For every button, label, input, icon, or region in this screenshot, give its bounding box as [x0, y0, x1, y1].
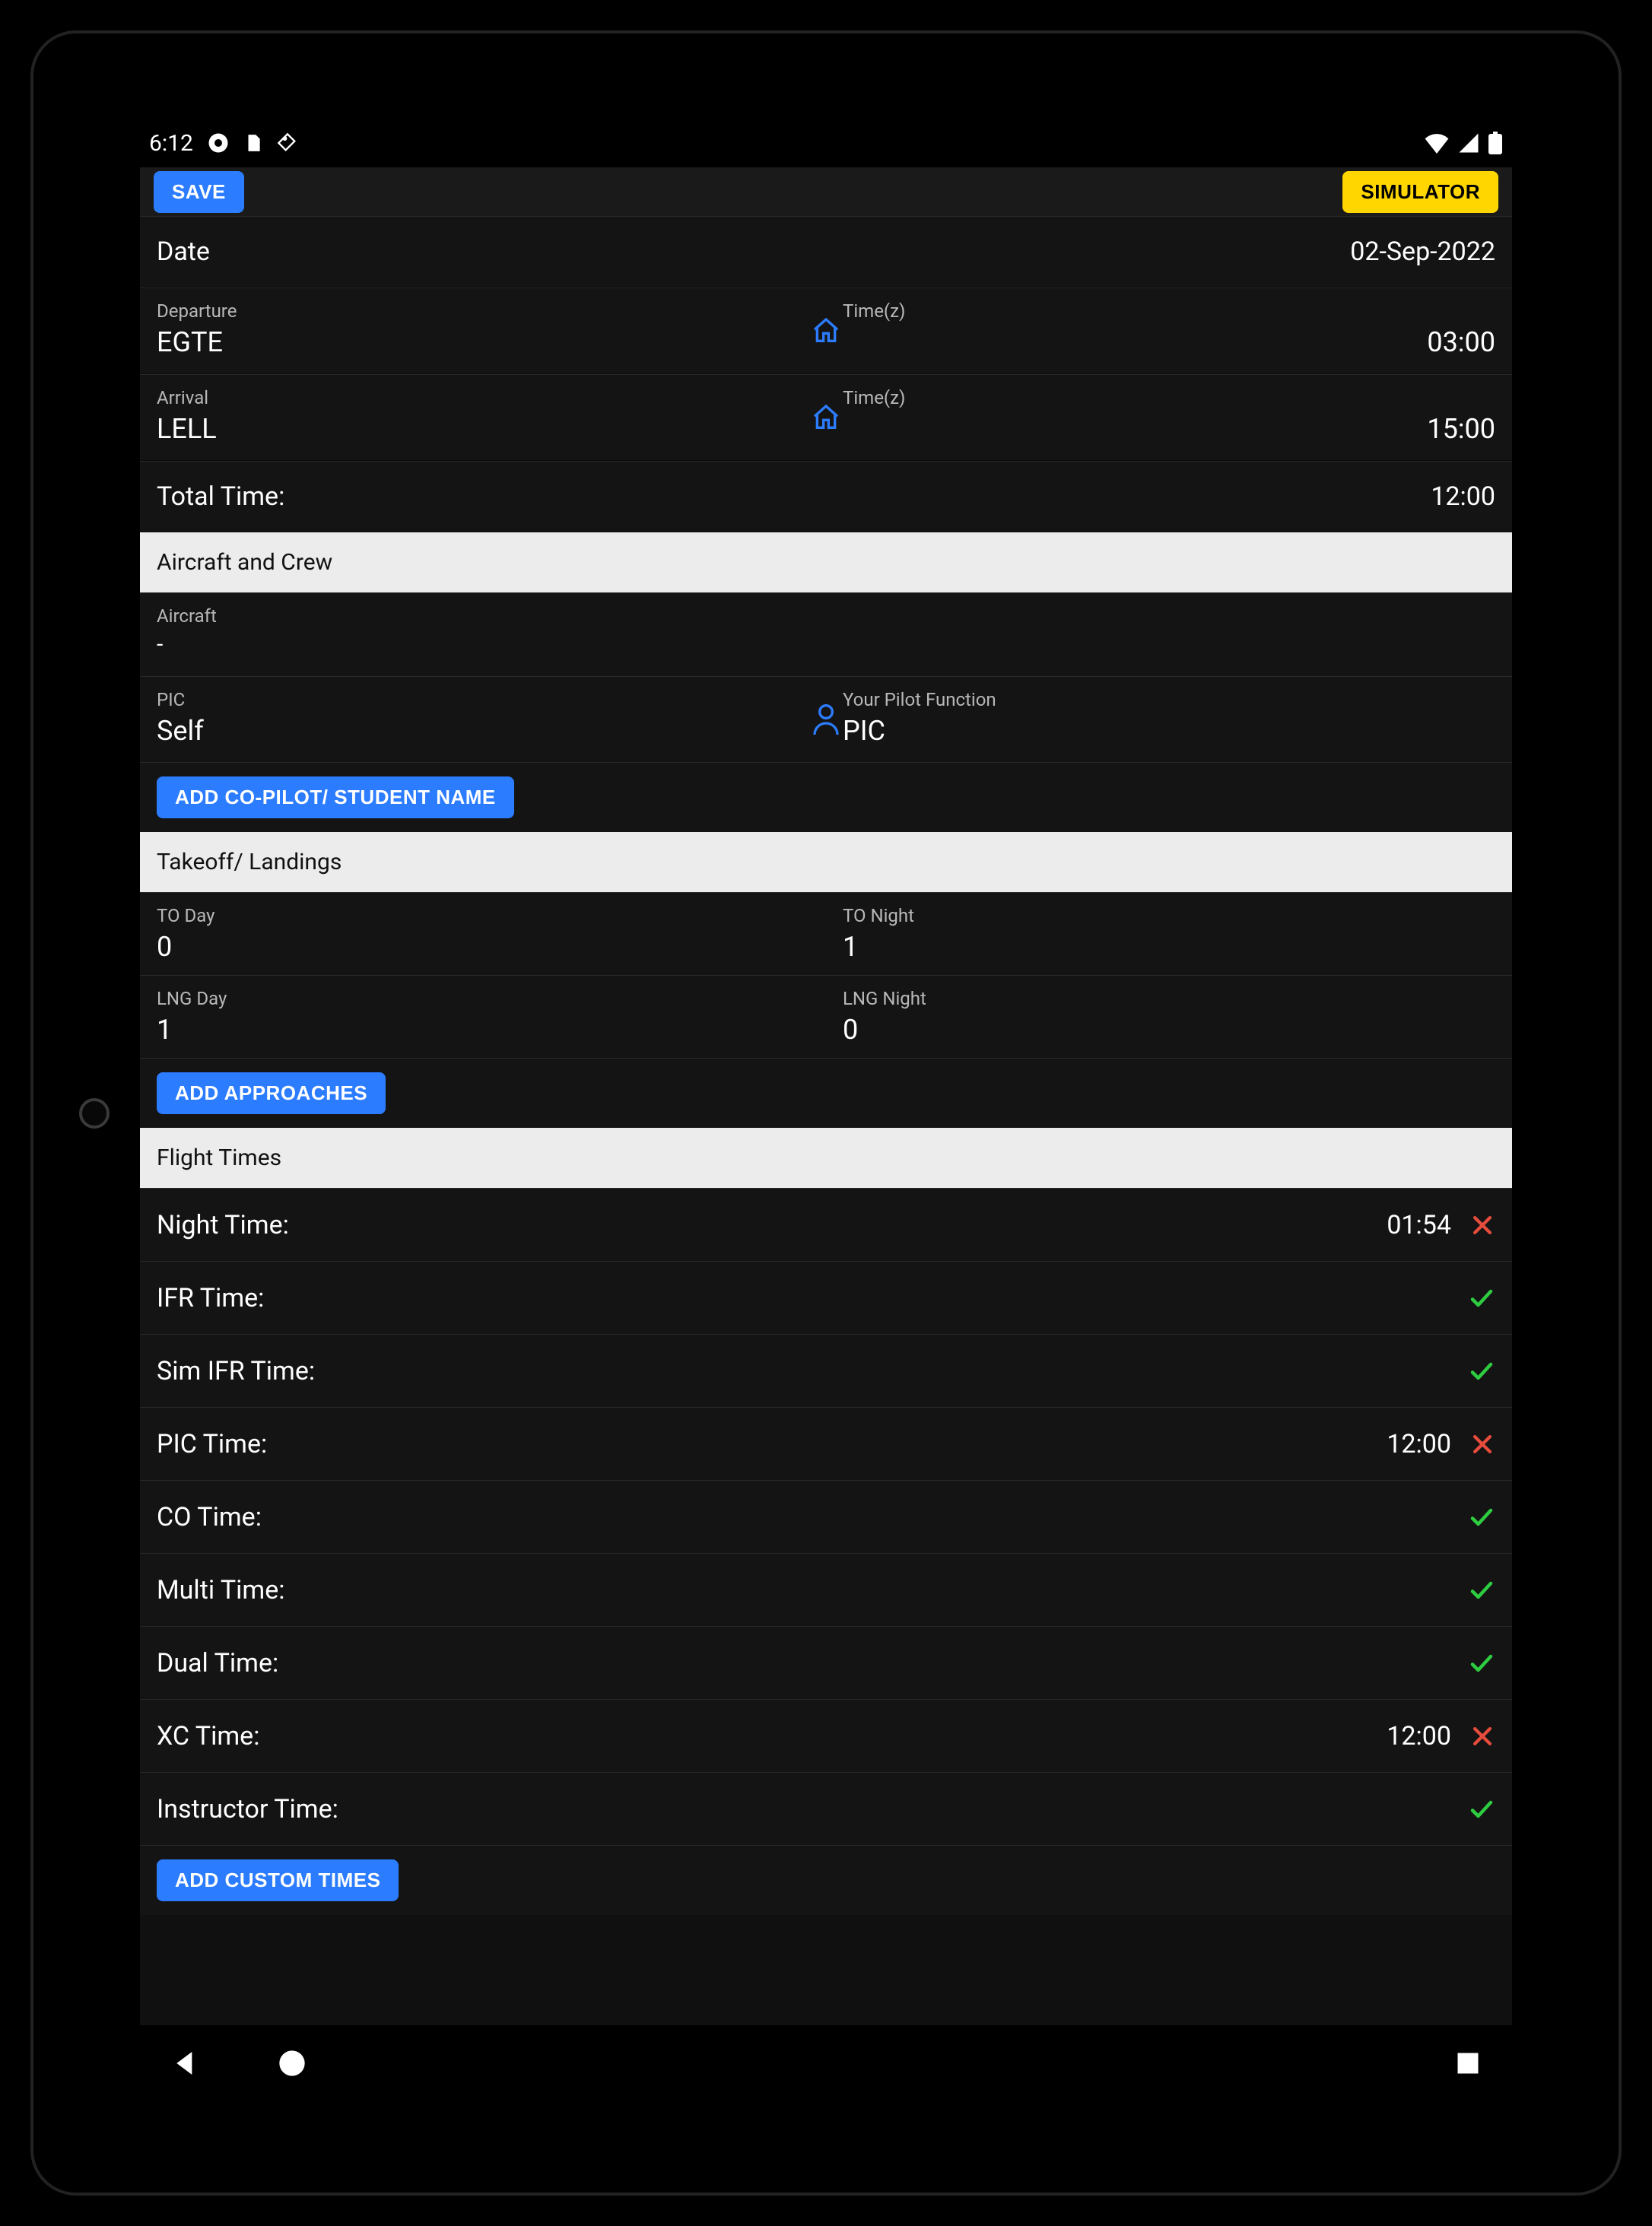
departure-code: EGTE: [157, 326, 809, 358]
flight-time-label: Dual Time:: [157, 1648, 278, 1678]
total-time-label: Total Time:: [157, 481, 284, 512]
check-icon[interactable]: [1468, 1650, 1495, 1677]
home-icon[interactable]: [811, 402, 841, 433]
home-icon[interactable]: [811, 316, 841, 346]
departure-row[interactable]: Departure EGTE Time(z) 03:00: [140, 287, 1512, 374]
arrival-code: LELL: [157, 413, 809, 445]
app-bar: SAVE SIMULATOR: [140, 167, 1512, 216]
android-navbar: [140, 2025, 1512, 2101]
save-button[interactable]: SAVE: [154, 171, 244, 213]
flight-time-value: 01:54: [1387, 1210, 1451, 1240]
section-flight-times: Flight Times: [140, 1128, 1512, 1188]
arrival-row[interactable]: Arrival LELL Time(z) 15:00: [140, 374, 1512, 461]
person-icon[interactable]: [811, 703, 841, 736]
landing-row[interactable]: LNG Day 1 LNG Night 0: [140, 975, 1512, 1058]
flight-time-row[interactable]: Night Time: 01:54: [140, 1188, 1512, 1261]
takeoff-row[interactable]: TO Day 0 TO Night 1: [140, 892, 1512, 975]
check-icon[interactable]: [1468, 1796, 1495, 1823]
total-time-value: 12:00: [1431, 481, 1495, 512]
flight-time-row[interactable]: Instructor Time:: [140, 1772, 1512, 1845]
flight-time-row[interactable]: IFR Time:: [140, 1261, 1512, 1334]
aircraft-value: -: [157, 631, 1495, 658]
section-takeoff-landings: Takeoff/ Landings: [140, 832, 1512, 892]
date-label: Date: [157, 237, 210, 267]
add-copilot-row: ADD CO-PILOT/ STUDENT NAME: [140, 762, 1512, 832]
lng-day-label: LNG Day: [157, 988, 809, 1009]
arrival-time: 15:00: [1427, 413, 1495, 445]
flight-time-label: Multi Time:: [157, 1575, 285, 1605]
arrival-time-label: Time(z): [843, 387, 905, 408]
pilot-function-label: Your Pilot Function: [843, 689, 1495, 710]
aircraft-row[interactable]: Aircraft -: [140, 592, 1512, 676]
flight-time-row[interactable]: Dual Time:: [140, 1626, 1512, 1699]
flight-time-label: Night Time:: [157, 1210, 289, 1240]
status-icon-notification: [207, 132, 230, 154]
nav-home-icon[interactable]: [277, 2048, 307, 2078]
battery-icon: [1488, 132, 1503, 154]
pilot-function-value: PIC: [843, 715, 1495, 747]
flight-time-label: Instructor Time:: [157, 1794, 338, 1824]
aircraft-label: Aircraft: [157, 605, 1495, 627]
add-custom-times-button[interactable]: ADD CUSTOM TIMES: [157, 1859, 399, 1901]
status-time: 6:12: [149, 130, 193, 157]
wifi-icon: [1424, 132, 1450, 154]
flight-time-label: Sim IFR Time:: [157, 1356, 315, 1386]
departure-label: Departure: [157, 300, 809, 322]
close-icon[interactable]: [1469, 1212, 1495, 1238]
section-aircraft-crew: Aircraft and Crew: [140, 532, 1512, 592]
nav-back-icon[interactable]: [170, 2048, 201, 2078]
flight-time-label: XC Time:: [157, 1721, 259, 1751]
pic-value: Self: [157, 715, 809, 747]
pic-row[interactable]: PIC Self Your Pilot Function PIC: [140, 676, 1512, 762]
date-value: 02-Sep-2022: [1350, 237, 1495, 267]
status-icon-tag: [277, 132, 298, 154]
flight-time-value: 12:00: [1387, 1429, 1451, 1459]
check-icon[interactable]: [1468, 1284, 1495, 1312]
close-icon[interactable]: [1469, 1723, 1495, 1749]
lng-day-value: 1: [157, 1014, 809, 1046]
pic-label: PIC: [157, 689, 809, 710]
date-row[interactable]: Date 02-Sep-2022: [140, 216, 1512, 287]
check-icon[interactable]: [1468, 1358, 1495, 1385]
flight-time-row[interactable]: Multi Time:: [140, 1553, 1512, 1626]
flight-time-row[interactable]: XC Time: 12:00: [140, 1699, 1512, 1772]
status-icon-file: [243, 132, 263, 154]
check-icon[interactable]: [1468, 1577, 1495, 1604]
close-icon[interactable]: [1469, 1431, 1495, 1457]
check-icon[interactable]: [1468, 1504, 1495, 1531]
to-day-label: TO Day: [157, 905, 809, 926]
signal-icon: [1457, 132, 1480, 154]
simulator-button[interactable]: SIMULATOR: [1342, 171, 1498, 213]
nav-recent-icon[interactable]: [1454, 2050, 1482, 2077]
flight-time-row[interactable]: Sim IFR Time:: [140, 1334, 1512, 1407]
flight-time-label: IFR Time:: [157, 1283, 264, 1313]
total-time-row: Total Time: 12:00: [140, 461, 1512, 532]
content-scroll[interactable]: Date 02-Sep-2022 Departure EGTE Time(z) …: [140, 216, 1512, 2025]
departure-time: 03:00: [1427, 326, 1495, 358]
to-night-label: TO Night: [843, 905, 1495, 926]
add-approaches-row: ADD APPROACHES: [140, 1058, 1512, 1128]
departure-time-label: Time(z): [843, 300, 905, 322]
device-side-button: [79, 1098, 110, 1129]
add-approaches-button[interactable]: ADD APPROACHES: [157, 1072, 386, 1114]
flight-time-value: 12:00: [1387, 1721, 1451, 1751]
lng-night-value: 0: [843, 1014, 1495, 1046]
arrival-label: Arrival: [157, 387, 809, 408]
flight-time-label: CO Time:: [157, 1502, 262, 1532]
flight-time-row[interactable]: CO Time:: [140, 1480, 1512, 1553]
status-bar: 6:12: [140, 125, 1512, 167]
to-night-value: 1: [843, 931, 1495, 963]
to-day-value: 0: [157, 931, 809, 963]
flight-time-label: PIC Time:: [157, 1429, 267, 1459]
lng-night-label: LNG Night: [843, 988, 1495, 1009]
add-custom-times-row: ADD CUSTOM TIMES: [140, 1845, 1512, 1915]
flight-time-row[interactable]: PIC Time: 12:00: [140, 1407, 1512, 1480]
add-copilot-button[interactable]: ADD CO-PILOT/ STUDENT NAME: [157, 776, 514, 818]
